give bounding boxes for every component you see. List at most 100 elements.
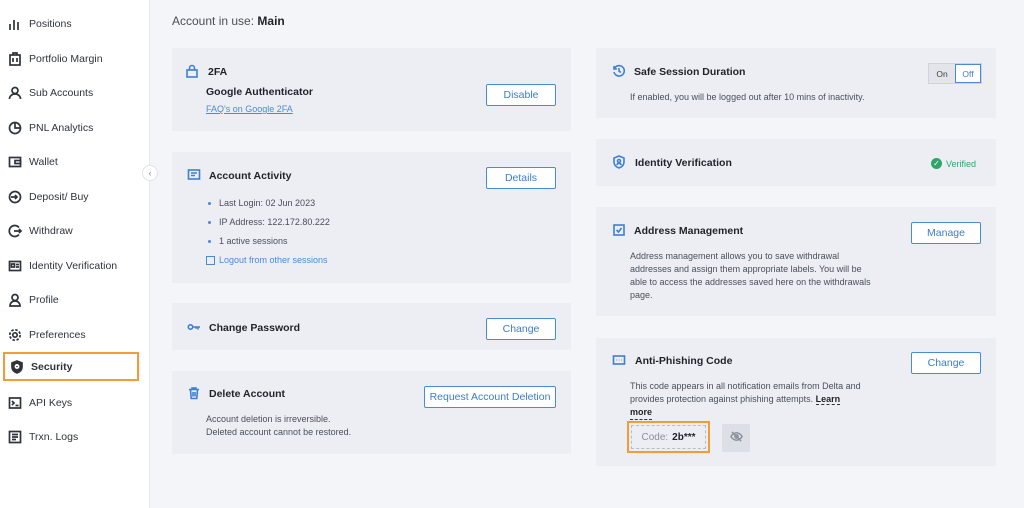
lock-icon xyxy=(185,64,199,78)
safe-session-title: Safe Session Duration xyxy=(634,66,746,78)
address-desc-line-3: able to access the addresses saved here … xyxy=(630,277,871,287)
bar-chart-icon xyxy=(8,17,22,31)
address-management-title: Address Management xyxy=(634,225,744,237)
shield-icon xyxy=(10,359,24,374)
check-circle-icon: ✓ xyxy=(931,158,942,169)
collapse-sidebar-button[interactable]: ‹ xyxy=(142,165,158,181)
toggle-off[interactable]: Off xyxy=(955,64,981,83)
deletion-cannot-restore-text: Deleted account cannot be restored. xyxy=(206,427,352,437)
request-deletion-button[interactable]: Request Account Deletion xyxy=(424,386,556,408)
change-password-title: Change Password xyxy=(209,322,301,334)
active-sessions: 1 active sessions xyxy=(208,236,288,246)
sidebar-item-label: Portfolio Margin xyxy=(29,53,103,65)
withdraw-icon xyxy=(8,224,22,238)
sidebar-item-label: Deposit/ Buy xyxy=(29,191,89,203)
address-desc-line-2: addresses and assign them appropriate la… xyxy=(630,264,862,274)
delete-account-title: Delete Account xyxy=(209,388,286,400)
twofa-method: Google Authenticator xyxy=(206,86,313,98)
faq-google-2fa-link[interactable]: FAQ's on Google 2FA xyxy=(206,103,293,116)
account-in-use: Account in use: Main xyxy=(172,14,285,28)
active-sessions-text: 1 active sessions xyxy=(219,236,288,246)
sidebar-item-label: Sub Accounts xyxy=(29,87,94,99)
history-icon xyxy=(612,64,626,78)
phishing-desc-line-2: provides protection against phishing att… xyxy=(630,393,841,406)
sidebar-item-label: API Keys xyxy=(29,397,73,409)
sidebar-item-withdraw[interactable]: Withdraw xyxy=(3,216,139,246)
user-icon xyxy=(8,86,22,100)
sidebar-item-label: Profile xyxy=(29,294,59,306)
address-desc-line-4: page. xyxy=(630,290,653,300)
account-name: Main xyxy=(257,14,285,28)
address-desc-line-1: Address management allows you to save wi… xyxy=(630,251,840,261)
deletion-irreversible-text: Account deletion is irreversible. xyxy=(206,414,331,424)
deposit-icon xyxy=(8,190,22,204)
phishing-desc-line-1: This code appears in all notification em… xyxy=(630,381,861,391)
sidebar-item-label: PNL Analytics xyxy=(29,122,94,134)
sidebar-item-label: Wallet xyxy=(29,156,58,168)
sidebar-item-positions[interactable]: Positions xyxy=(3,9,139,39)
change-phishing-code-button[interactable]: Change xyxy=(911,352,981,374)
twofa-title: 2FA xyxy=(208,66,228,78)
sidebar-item-label: Security xyxy=(31,360,73,373)
details-button[interactable]: Details xyxy=(486,167,556,189)
sidebar-item-profile[interactable]: Profile xyxy=(3,285,139,315)
sidebar-item-wallet[interactable]: Wallet xyxy=(3,147,139,177)
toggle-code-visibility-button[interactable] xyxy=(722,424,750,452)
last-login: Last Login: 02 Jun 2023 xyxy=(208,198,315,208)
sidebar-item-sub-accounts[interactable]: Sub Accounts xyxy=(3,78,139,108)
manage-button[interactable]: Manage xyxy=(911,222,981,244)
sidebar-item-portfolio-margin[interactable]: Portfolio Margin xyxy=(3,44,139,74)
sidebar-item-label: Identity Verification xyxy=(29,260,118,272)
ip-address: IP Address: 122.172.80.222 xyxy=(208,217,330,227)
sidebar-item-preferences[interactable]: Preferences xyxy=(3,320,139,350)
sidebar-item-trxn-logs[interactable]: Trxn. Logs xyxy=(3,422,139,452)
id-card-icon xyxy=(8,259,22,273)
last-login-text: Last Login: 02 Jun 2023 xyxy=(219,198,316,208)
safe-session-description: If enabled, you will be logged out after… xyxy=(630,92,865,102)
id-badge-icon xyxy=(612,155,626,169)
sidebar-item-label: Positions xyxy=(29,18,72,30)
building-icon xyxy=(8,52,22,66)
phishing-desc-text: provides protection against phishing att… xyxy=(630,394,814,404)
trash-icon xyxy=(187,386,201,400)
log-icon xyxy=(8,430,22,444)
logout-other-sessions-link[interactable]: Logout from other sessions xyxy=(206,254,328,267)
checkbox-icon xyxy=(612,223,626,237)
sidebar-item-identity-verification[interactable]: Identity Verification xyxy=(3,251,139,281)
identity-verification-title: Identity Verification xyxy=(635,157,732,169)
sidebar-item-deposit[interactable]: Deposit/ Buy xyxy=(3,182,139,212)
anti-phishing-title: Anti-Phishing Code xyxy=(635,355,733,367)
wallet-icon xyxy=(8,155,22,169)
account-activity-title: Account Activity xyxy=(209,170,292,182)
code-label: Code: xyxy=(641,431,669,443)
sidebar-item-security[interactable]: Security xyxy=(3,352,139,381)
chevron-left-icon: ‹ xyxy=(148,168,152,178)
pie-chart-icon xyxy=(8,121,22,135)
toggle-on[interactable]: On xyxy=(929,64,955,83)
session-toggle[interactable]: On Off xyxy=(928,63,982,84)
code-value: 2b*** xyxy=(672,431,696,443)
code-icon xyxy=(612,353,626,367)
key-icon xyxy=(187,320,201,334)
change-password-button[interactable]: Change xyxy=(486,318,556,340)
terminal-icon xyxy=(8,396,22,410)
sidebar: Positions Portfolio Margin Sub Accounts … xyxy=(0,0,150,508)
monitor-icon xyxy=(187,168,201,182)
logout-icon xyxy=(206,256,215,265)
phishing-code-display: Code: 2b*** xyxy=(627,421,710,453)
verified-badge: ✓ Verified xyxy=(931,158,976,169)
learn-more-link-continued[interactable]: more xyxy=(630,406,653,420)
learn-more-link[interactable]: Learn xyxy=(815,394,841,405)
sidebar-item-label: Withdraw xyxy=(29,225,73,237)
sidebar-item-label: Trxn. Logs xyxy=(29,431,79,443)
logout-link-text: Logout from other sessions xyxy=(219,255,328,265)
account-label: Account in use: xyxy=(172,14,255,28)
disable-2fa-button[interactable]: Disable xyxy=(486,84,556,106)
profile-icon xyxy=(8,293,22,307)
gear-icon xyxy=(8,328,22,342)
sidebar-item-label: Preferences xyxy=(29,329,86,341)
ip-address-text: IP Address: 122.172.80.222 xyxy=(219,217,330,227)
sidebar-item-pnl-analytics[interactable]: PNL Analytics xyxy=(3,113,139,143)
phishing-code-field: Code: 2b*** xyxy=(631,425,706,449)
sidebar-item-api-keys[interactable]: API Keys xyxy=(3,388,139,418)
